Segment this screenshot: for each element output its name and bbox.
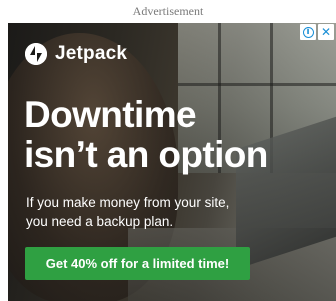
adchoices-button[interactable]: i [300, 24, 316, 40]
close-icon: ✕ [320, 25, 332, 39]
close-ad-button[interactable]: ✕ [318, 24, 334, 40]
headline: Downtime isn’t an option [24, 95, 334, 175]
subtext: If you make money from your site, you ne… [26, 193, 306, 231]
headline-line-2: isn’t an option [24, 134, 268, 175]
headline-line-1: Downtime [24, 94, 197, 135]
ad-banner[interactable]: i ✕ Jetpack Downtime isn’t an option If … [8, 23, 336, 301]
jetpack-logo-icon [25, 43, 47, 65]
subtext-line-1: If you make money from your site, [26, 195, 230, 210]
window-mullion [178, 83, 336, 86]
adchoices-controls: i ✕ [300, 24, 334, 40]
cta-button[interactable]: Get 40% off for a limited time! [25, 247, 250, 280]
advertisement-label: Advertisement [132, 4, 204, 18]
info-icon: i [302, 26, 314, 38]
brand-logo[interactable]: Jetpack [25, 43, 127, 65]
subtext-line-2: you need a backup plan. [26, 214, 174, 229]
brand-name: Jetpack [55, 43, 128, 64]
